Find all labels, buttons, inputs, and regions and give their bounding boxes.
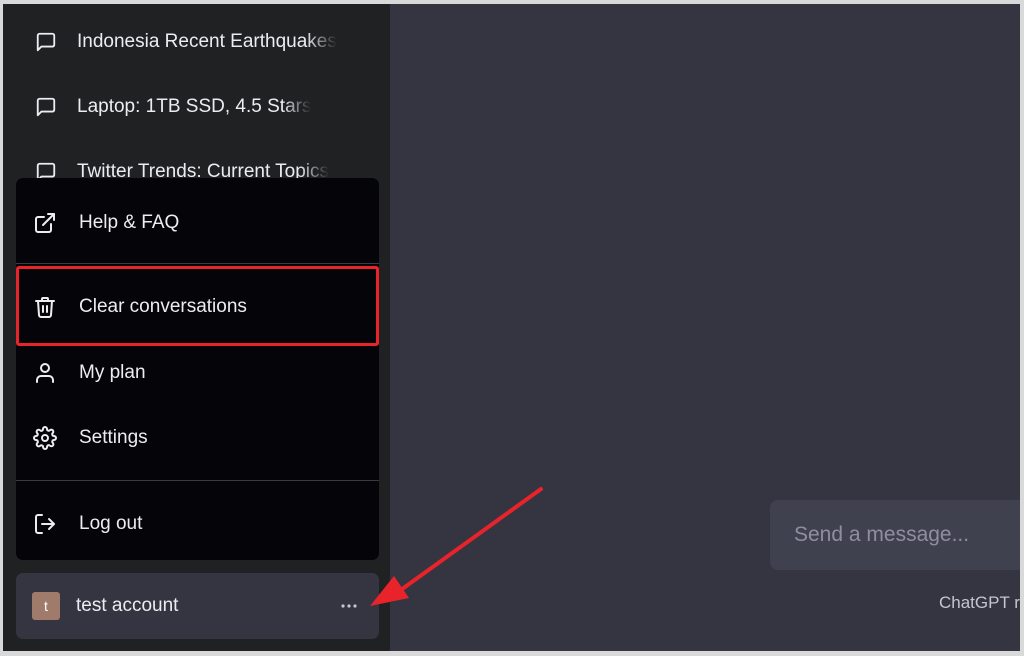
trash-icon [35,297,55,318]
clear-conversations-menu-item[interactable]: Clear conversations [16,287,379,327]
conversation-item[interactable]: Indonesia Recent Earthquakes [35,28,357,56]
more-options-icon[interactable] [339,599,359,613]
external-link-icon [35,213,55,233]
log-out-menu-item[interactable]: Log out [16,504,379,544]
log-out-icon [35,514,55,534]
account-button[interactable]: t test account [16,573,379,639]
message-composer [770,500,1020,570]
menu-divider [16,480,379,481]
menu-divider [16,263,379,264]
conversation-item[interactable]: Laptop: 1TB SSD, 4.5 Stars [35,93,357,121]
help-faq-menu-item[interactable]: Help & FAQ [16,203,379,243]
conversation-title: Indonesia Recent Earthquakes [77,31,337,52]
my-plan-menu-item[interactable]: My plan [16,353,379,393]
account-menu: Help & FAQ Clear conversations My plan S… [16,178,379,560]
my-plan-label: My plan [79,362,146,383]
settings-label: Settings [79,427,148,448]
avatar: t [32,592,60,620]
user-icon [36,363,54,383]
conversation-title: Laptop: 1TB SSD, 4.5 Stars [77,96,312,117]
account-name: test account [76,595,179,616]
footer-disclaimer: ChatGPT r [939,593,1020,612]
chat-bubble-icon [36,97,56,117]
chat-bubble-icon [36,32,56,52]
app-window: Indonesia Recent Earthquakes Laptop: 1TB… [3,4,1020,651]
log-out-label: Log out [79,513,143,534]
sidebar: Indonesia Recent Earthquakes Laptop: 1TB… [3,4,390,651]
message-input[interactable] [792,522,1016,548]
gear-icon [33,426,57,450]
help-faq-label: Help & FAQ [79,212,180,233]
settings-menu-item[interactable]: Settings [16,418,379,458]
clear-conversations-label: Clear conversations [79,296,247,317]
